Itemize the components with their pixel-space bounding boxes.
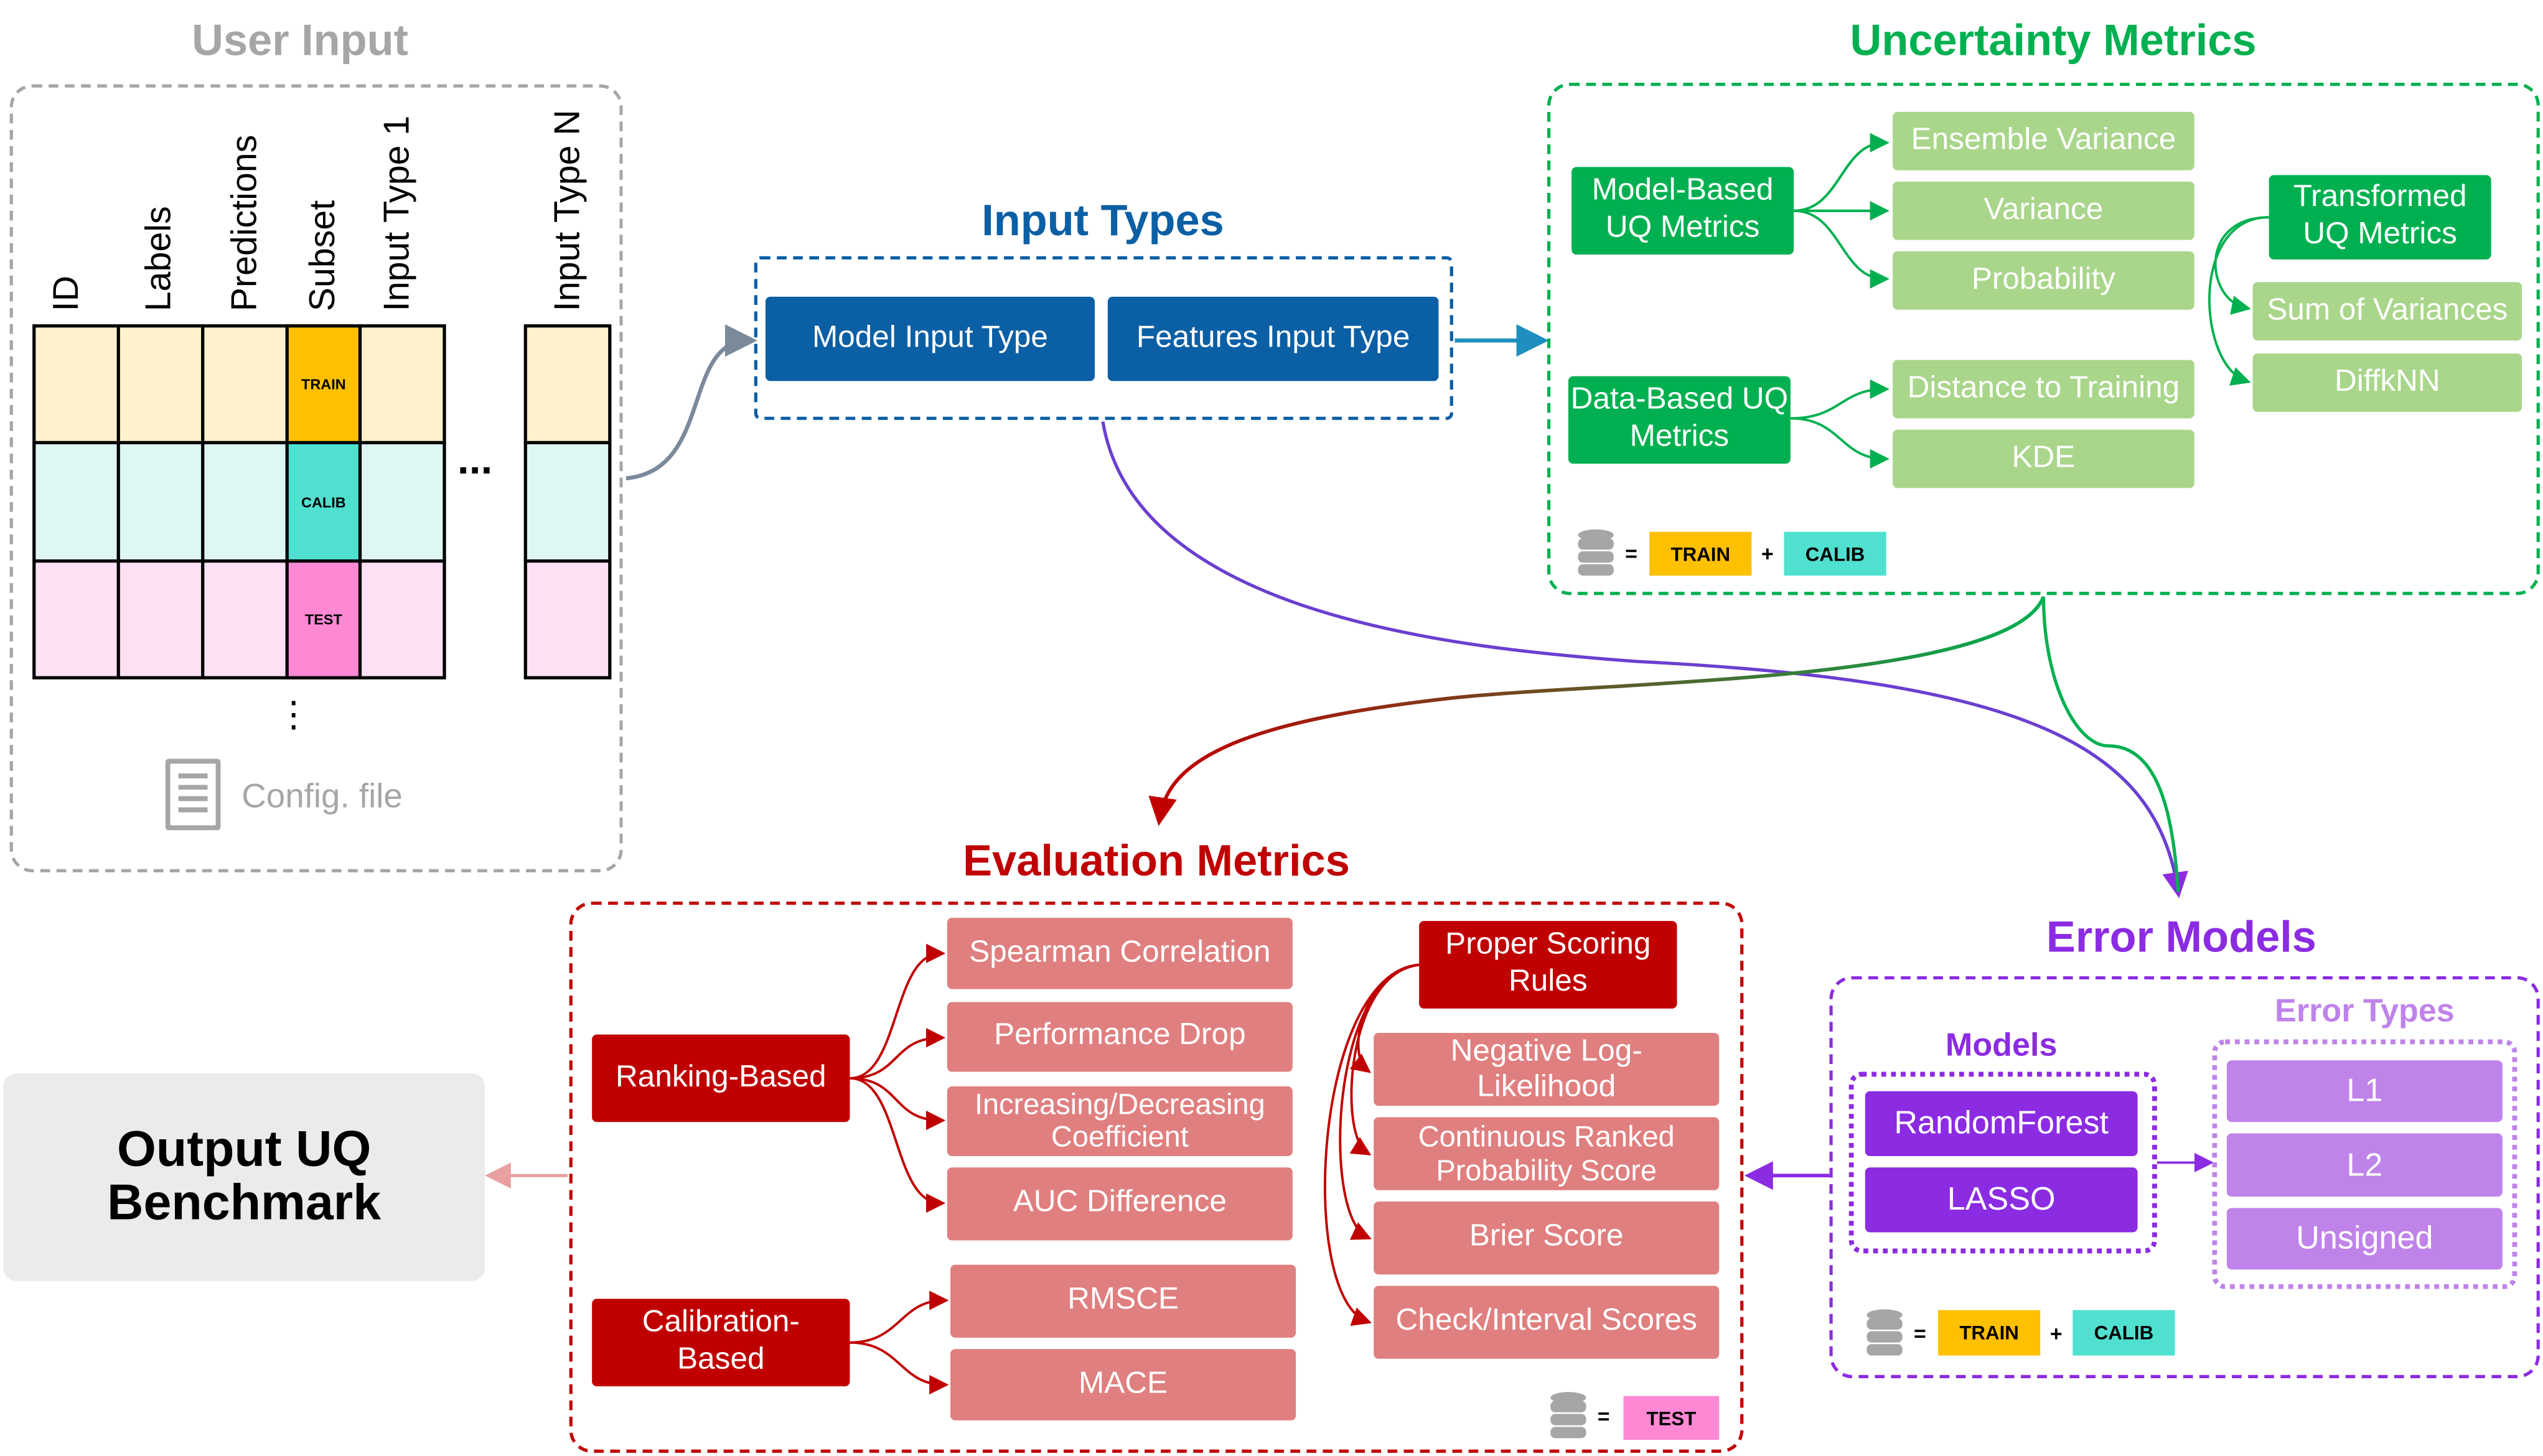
table-cell	[201, 324, 289, 445]
subset-cell: TRAIN	[285, 324, 362, 445]
table-cell	[201, 559, 289, 679]
features-input-type: Features Input Type	[1107, 296, 1439, 381]
legend-equals: =	[1625, 541, 1637, 566]
model-randomforest: RandomForest	[1865, 1091, 2138, 1157]
error-models-title: Error Models	[2046, 913, 2316, 962]
calibration-based: Calibration-Based	[592, 1299, 850, 1387]
table-cell	[523, 324, 612, 445]
eval-rmsce: RMSCE	[950, 1264, 1296, 1338]
column-header-predictions: Predictions	[223, 134, 265, 312]
table-cell	[358, 559, 446, 679]
subset-cell: TEST	[285, 559, 362, 679]
legend-plus: +	[2049, 1321, 2063, 1346]
table-cell	[523, 559, 612, 679]
error-type-unsigned: Unsigned	[2226, 1208, 2503, 1270]
arrow-input-to-types	[625, 324, 757, 480]
data-based-uq: Data-Based UQ Metrics	[1568, 376, 1791, 464]
table-cell	[116, 324, 205, 445]
error-type-l1: L1	[2226, 1060, 2503, 1122]
uq-variance: Variance	[1893, 181, 2194, 240]
model-input-type: Model Input Type	[765, 296, 1095, 381]
database-icon	[1576, 529, 1616, 577]
column-header-subset: Subset	[301, 200, 342, 312]
uq-diffknn: DiffkNN	[2252, 353, 2522, 412]
column-ellipsis: ...	[457, 434, 493, 483]
row-ellipsis: ⋮	[276, 694, 312, 735]
table-cell	[32, 324, 120, 445]
table-cell	[523, 441, 612, 563]
error-type-l2: L2	[2226, 1133, 2503, 1197]
output-uq-benchmark: Output UQ Benchmark	[3, 1073, 485, 1281]
evaluation-metrics-title: Evaluation Metrics	[963, 836, 1350, 885]
database-icon	[1865, 1309, 1904, 1357]
eval-spearman: Spearman Correlation	[947, 917, 1293, 989]
uq-ensemble-variance: Ensemble Variance	[1893, 111, 2194, 170]
column-header-id: ID	[45, 276, 87, 312]
legend-plus: +	[1761, 541, 1774, 566]
legend-train-tag: TRAIN	[1938, 1310, 2041, 1356]
eval-crps: Continuous Ranked Probability Score	[1374, 1117, 1720, 1190]
legend-calib-tag: CALIB	[1784, 531, 1886, 576]
table-cell	[116, 559, 205, 679]
user-input-title: User Input	[192, 16, 409, 65]
ranking-based: Ranking-Based	[592, 1034, 850, 1122]
uq-sum-of-variances: Sum of Variances	[2252, 282, 2522, 341]
eval-auc-difference: AUC Difference	[947, 1167, 1293, 1241]
models-title: Models	[1945, 1028, 2058, 1064]
column-header-input-type-1: Input Type 1	[376, 115, 417, 312]
uq-metrics-title: Uncertainty Metrics	[1850, 16, 2257, 65]
arrow-uq-to-eval	[1148, 595, 2046, 826]
table-cell	[116, 441, 205, 563]
legend-equals: =	[1597, 1404, 1610, 1429]
table-cell	[32, 559, 120, 679]
subset-cell: CALIB	[285, 441, 362, 563]
legend-calib-tag: CALIB	[2072, 1310, 2175, 1356]
config-file-label: Config. file	[241, 778, 403, 816]
model-lasso: LASSO	[1865, 1167, 2138, 1233]
eval-brier: Brier Score	[1374, 1201, 1720, 1275]
proper-scoring-rules: Proper Scoring Rules	[1419, 921, 1677, 1009]
uq-distance-to-training: Distance to Training	[1893, 360, 2194, 419]
legend-test-tag: TEST	[1623, 1396, 1720, 1440]
transformed-uq: Transformed UQ Metrics	[2269, 175, 2491, 259]
legend-train-tag: TRAIN	[1649, 531, 1752, 576]
eval-performance-drop: Performance Drop	[947, 1002, 1293, 1072]
diagram: User Input ID Labels Predictions Subset …	[0, 0, 2543, 1456]
table-cell	[201, 441, 289, 563]
uq-kde: KDE	[1893, 429, 2194, 488]
eval-increasing-decreasing: Increasing/Decreasing Coefficient	[947, 1086, 1293, 1157]
table-cell	[32, 441, 120, 563]
table-cell	[358, 441, 446, 563]
eval-mace: MACE	[950, 1349, 1296, 1421]
model-based-uq: Model-Based UQ Metrics	[1571, 167, 1794, 255]
eval-check-interval: Check/Interval Scores	[1374, 1286, 1720, 1359]
config-file-icon	[165, 758, 221, 831]
input-types-title: Input Types	[981, 196, 1224, 245]
arrow-uq-to-error	[2041, 596, 2180, 892]
uq-probability: Probability	[1893, 251, 2194, 310]
eval-nll: Negative Log-Likelihood	[1374, 1032, 1720, 1106]
legend-equals: =	[1913, 1321, 1926, 1346]
database-icon	[1549, 1391, 1588, 1440]
column-header-input-type-n: Input Type N	[546, 110, 588, 312]
table-cell	[358, 324, 446, 445]
column-header-labels: Labels	[138, 206, 179, 312]
error-types-title: Error Types	[2275, 994, 2455, 1030]
